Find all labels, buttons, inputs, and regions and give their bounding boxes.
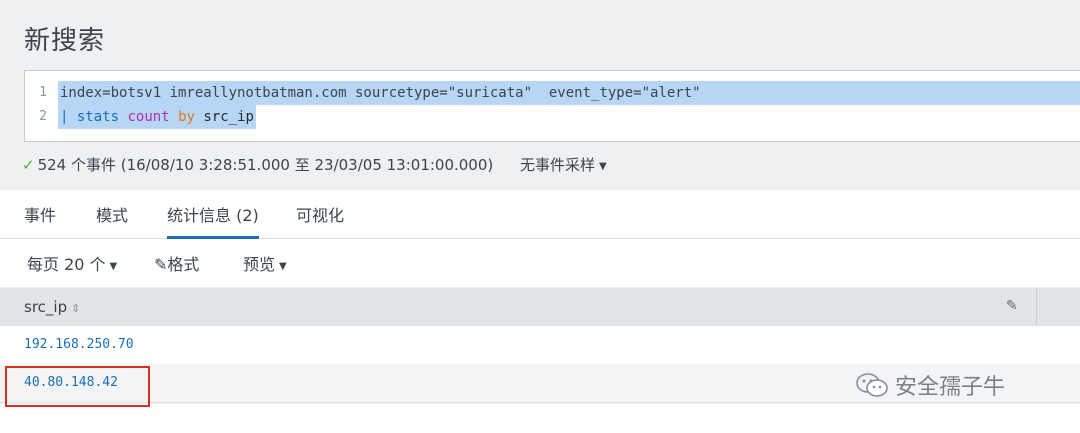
preview-dropdown[interactable]: 预览 ▼: [243, 251, 287, 275]
tab-visualization[interactable]: 可视化: [296, 202, 344, 236]
event-summary: 524 个事件 (16/08/10 3:28:51.000 至 23/03/05…: [37, 156, 494, 174]
pipe-token: |: [60, 109, 69, 125]
annotation-highlight-box: [5, 366, 150, 407]
per-page-label: 每页 20 个: [27, 255, 106, 274]
search-query-editor[interactable]: 1 index=botsv1 imreallynotbatman.com sou…: [24, 70, 1080, 142]
by-token: by: [178, 109, 195, 125]
preview-label: 预览: [243, 255, 276, 274]
function-token: count: [127, 109, 170, 125]
per-page-dropdown[interactable]: 每页 20 个 ▼: [27, 251, 117, 275]
table-row: 192.168.250.70: [0, 326, 1080, 364]
sort-icon: ⇕: [71, 302, 81, 315]
search-status: ✓ 524 个事件 (16/08/10 3:28:51.000 至 23/03/0…: [22, 154, 607, 175]
caret-down-icon: ▼: [599, 161, 607, 172]
tab-events[interactable]: 事件: [24, 202, 56, 236]
column-label: src_ip: [24, 298, 68, 316]
query-line-1: 1 index=botsv1 imreallynotbatman.com sou…: [25, 81, 1080, 105]
column-divider: [1036, 288, 1037, 326]
edit-column-icon[interactable]: ✎: [1006, 298, 1018, 314]
command-token: stats: [76, 109, 120, 125]
sampling-label: 无事件采样: [520, 156, 596, 174]
query-line-text: | stats count by src_ip: [58, 105, 256, 129]
tab-patterns[interactable]: 模式: [96, 202, 128, 236]
wechat-icon: [855, 371, 889, 405]
query-line-text: index=botsv1 imreallynotbatman.com sourc…: [58, 81, 1080, 105]
line-number: 2: [39, 109, 47, 124]
format-label: 格式: [167, 255, 200, 274]
watermark: 安全孺子牛: [855, 369, 1005, 405]
caret-down-icon: ▼: [109, 261, 118, 272]
caret-down-icon: ▼: [279, 261, 287, 272]
table-cell[interactable]: 192.168.250.70: [24, 337, 134, 352]
line-number: 1: [39, 85, 47, 100]
page-title: 新搜索: [24, 26, 106, 56]
table-footer-space: [0, 404, 1080, 433]
field-token: src_ip: [203, 109, 254, 125]
results-toolbar: 每页 20 个 ▼ ✎格式 预览 ▼: [0, 239, 1080, 287]
sampling-dropdown[interactable]: 无事件采样 ▼: [520, 156, 607, 174]
query-line-2: 2 | stats count by src_ip: [25, 105, 1080, 129]
results-tabs: 事件 模式 统计信息 (2) 可视化: [0, 190, 1080, 239]
tab-statistics[interactable]: 统计信息 (2): [167, 202, 259, 239]
check-icon: ✓: [22, 156, 35, 174]
pencil-icon: ✎: [154, 255, 168, 274]
format-button[interactable]: ✎格式: [154, 251, 199, 275]
column-header-src-ip[interactable]: src_ip ⇕: [24, 298, 80, 316]
watermark-text: 安全孺子牛: [895, 375, 1006, 400]
table-header: src_ip ⇕ ✎: [0, 288, 1080, 326]
